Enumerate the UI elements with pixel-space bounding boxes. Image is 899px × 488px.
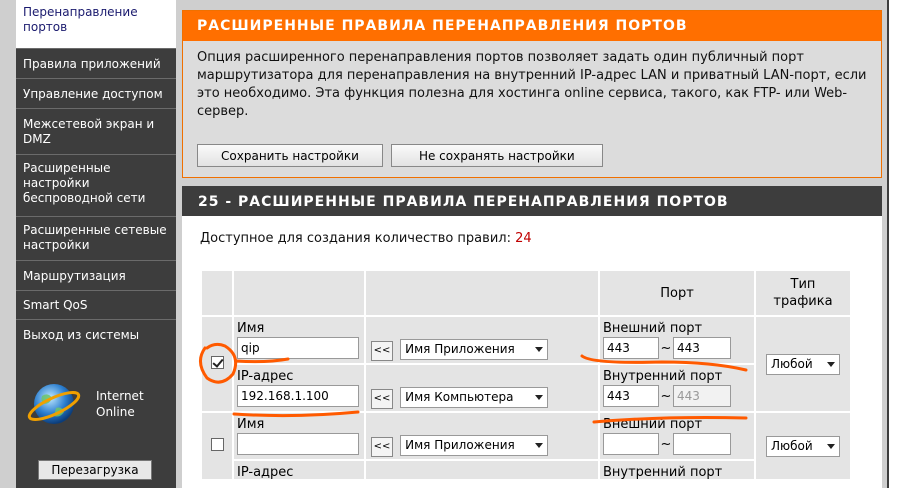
rules-count-label: Доступное для создания количество правил…	[200, 231, 511, 246]
rule-1-checkbox[interactable]	[210, 355, 224, 369]
help-sidebar	[887, 0, 899, 488]
rule-1-ext-tilde: ~	[660, 341, 672, 356]
rule-2-ext-port-to[interactable]	[673, 433, 731, 455]
table-row: IP-адрес Внутренний порт	[202, 461, 850, 480]
rule-1-int-tilde: ~	[660, 389, 672, 404]
rule-1-app-cell: << Имя Приложения	[366, 317, 598, 363]
rule-2-ip-cell: IP-адрес	[234, 461, 364, 480]
rule-2-ext-port-label: Внешний порт	[603, 417, 703, 432]
rule-1-pc-select-value: Имя Компьютера	[405, 390, 514, 405]
rule-2-name-label: Имя	[237, 417, 265, 432]
rule-2-ext-port-from[interactable]	[603, 433, 659, 455]
intro-panel-buttons: Сохранить настройки Не сохранять настрой…	[197, 144, 607, 167]
header-traffic-line2: трафика	[773, 294, 833, 309]
rule-2-traffic-select-value: Любой	[771, 438, 813, 453]
rule-1-ip-label: IP-адрес	[237, 369, 294, 384]
header-traffic-line1: Тип	[790, 277, 816, 292]
rule-1-int-port-label: Внутренний порт	[603, 369, 723, 384]
rule-2-name-cell: Имя	[234, 413, 364, 459]
rule-2-ext-port-cell: Внешний порт ~	[600, 413, 754, 459]
rule-2-pc-cell	[366, 461, 598, 479]
chevron-down-icon	[827, 443, 835, 449]
sidebar-item-advanced-network[interactable]: Расширенные сетевые настройки	[16, 217, 176, 261]
rule-1-traffic-cell: Любой	[756, 317, 850, 411]
rules-count: Доступное для создания количество правил…	[200, 231, 532, 246]
sidebar-item-port-forwarding[interactable]: Перенаправление портов	[16, 0, 176, 49]
internet-status-text: Internet Online	[96, 388, 144, 420]
rule-2-app-select-value: Имя Приложения	[405, 438, 515, 453]
rule-1-ext-port-cell: Внешний порт ~	[600, 317, 754, 363]
header-cell-select	[366, 271, 598, 315]
rule-1-app-select-value: Имя Приложения	[405, 342, 515, 357]
rule-2-check-cell	[202, 413, 232, 479]
sidebar-item-firewall-dmz[interactable]: Межсетевой экран и DMZ	[16, 109, 176, 155]
rule-1-ext-port-to[interactable]	[673, 337, 731, 359]
chevron-down-icon	[535, 443, 544, 449]
internet-status: Internet Online	[26, 378, 166, 430]
rule-1-name-label: Имя	[237, 321, 265, 336]
sidebar-item-routing[interactable]: Маршрутизация	[16, 261, 176, 291]
internet-status-line2: Online	[96, 405, 135, 419]
table-row: Имя << Имя Приложения Внешний порт	[202, 413, 850, 479]
chevron-down-icon	[535, 347, 544, 353]
rule-1-int-port-cell: Внутренний порт ~	[600, 365, 754, 411]
rule-2-ext-tilde: ~	[660, 437, 672, 452]
chevron-down-icon	[827, 361, 835, 367]
rule-1-pc-cell: << Имя Компьютера	[366, 365, 598, 411]
sidebar-item-advanced-wireless[interactable]: Расширенные настройки беспроводной сети	[16, 155, 176, 217]
rule-1-traffic-select-value: Любой	[771, 356, 813, 371]
table-row: Имя << Имя Приложения Внешний порт	[202, 317, 850, 411]
rule-2-traffic-select[interactable]: Любой	[766, 435, 840, 457]
rules-panel: 25 - РАСШИРЕННЫЕ ПРАВИЛА ПЕРЕНАПРАВЛЕНИЯ…	[182, 186, 882, 488]
help-sidebar-content	[889, 0, 899, 488]
table-row: IP-адрес << Имя Компьютера Внутренний по…	[202, 365, 850, 411]
rule-2-int-port-label: Внутренний порт	[603, 465, 723, 480]
sidebar-item-application-rules[interactable]: Правила приложений	[16, 49, 176, 79]
chevron-down-icon	[535, 395, 544, 401]
rules-header-row: Порт Тип трафика	[202, 271, 850, 315]
rule-1-name-cell: Имя	[234, 317, 364, 363]
rule-2-checkbox[interactable]	[210, 437, 224, 451]
globe-icon	[27, 384, 81, 424]
rule-1-check-cell	[202, 317, 232, 411]
rule-1-pc-select[interactable]: Имя Компьютера	[400, 387, 549, 409]
sidebar-item-access-control[interactable]: Управление доступом	[16, 79, 176, 109]
header-cell-name	[234, 271, 364, 315]
rule-1-app-select[interactable]: Имя Приложения	[400, 339, 549, 361]
sidebar-item-logout[interactable]: Выход из системы	[16, 320, 176, 350]
sidebar-item-smart-qos[interactable]: Smart QoS	[16, 291, 176, 320]
rule-1-ip-cell: IP-адрес	[234, 365, 364, 411]
rules-table: Порт Тип трафика Имя <<	[200, 269, 852, 481]
header-cell-traffic: Тип трафика	[756, 271, 850, 315]
rules-panel-title: 25 - РАСШИРЕННЫЕ ПРАВИЛА ПЕРЕНАПРАВЛЕНИЯ…	[182, 186, 882, 216]
rule-1-name-input[interactable]	[237, 337, 359, 359]
intro-panel-description: Опция расширенного перенаправления порто…	[197, 50, 867, 119]
rule-2-app-select[interactable]: Имя Приложения	[400, 435, 549, 457]
rule-2-app-arrow-button[interactable]: <<	[371, 436, 393, 457]
intro-panel-title: РАСШИРЕННЫЕ ПРАВИЛА ПЕРЕНАПРАВЛЕНИЯ ПОРТ…	[183, 11, 881, 41]
main-content: РАСШИРЕННЫЕ ПРАВИЛА ПЕРЕНАПРАВЛЕНИЯ ПОРТ…	[176, 0, 887, 488]
rule-1-int-port-to	[673, 385, 731, 407]
rule-2-int-port-cell: Внутренний порт	[600, 461, 754, 480]
sidebar: Перенаправление портов Правила приложени…	[16, 0, 176, 488]
rule-2-traffic-cell: Любой	[756, 413, 850, 479]
rule-2-app-cell: << Имя Приложения	[366, 413, 598, 459]
intro-panel: РАСШИРЕННЫЕ ПРАВИЛА ПЕРЕНАПРАВЛЕНИЯ ПОРТ…	[182, 10, 882, 178]
rule-1-pc-arrow-button[interactable]: <<	[371, 388, 393, 409]
rules-count-value: 24	[515, 231, 532, 246]
rule-1-ip-input[interactable]	[237, 385, 359, 407]
rule-1-ext-port-from[interactable]	[603, 337, 659, 359]
rule-1-traffic-select[interactable]: Любой	[766, 353, 840, 375]
rule-1-app-arrow-button[interactable]: <<	[371, 340, 393, 361]
reboot-button[interactable]: Перезагрузка	[38, 460, 152, 480]
rule-2-name-input[interactable]	[237, 433, 359, 455]
header-cell-check	[202, 271, 232, 315]
internet-status-line1: Internet	[96, 389, 144, 403]
rule-2-ip-label: IP-адрес	[237, 465, 294, 480]
save-settings-button[interactable]: Сохранить настройки	[197, 144, 383, 167]
rule-1-ext-port-label: Внешний порт	[603, 321, 703, 336]
rule-1-int-port-from[interactable]	[603, 385, 659, 407]
header-cell-port: Порт	[600, 271, 754, 315]
dont-save-settings-button[interactable]: Не сохранять настройки	[390, 144, 603, 167]
